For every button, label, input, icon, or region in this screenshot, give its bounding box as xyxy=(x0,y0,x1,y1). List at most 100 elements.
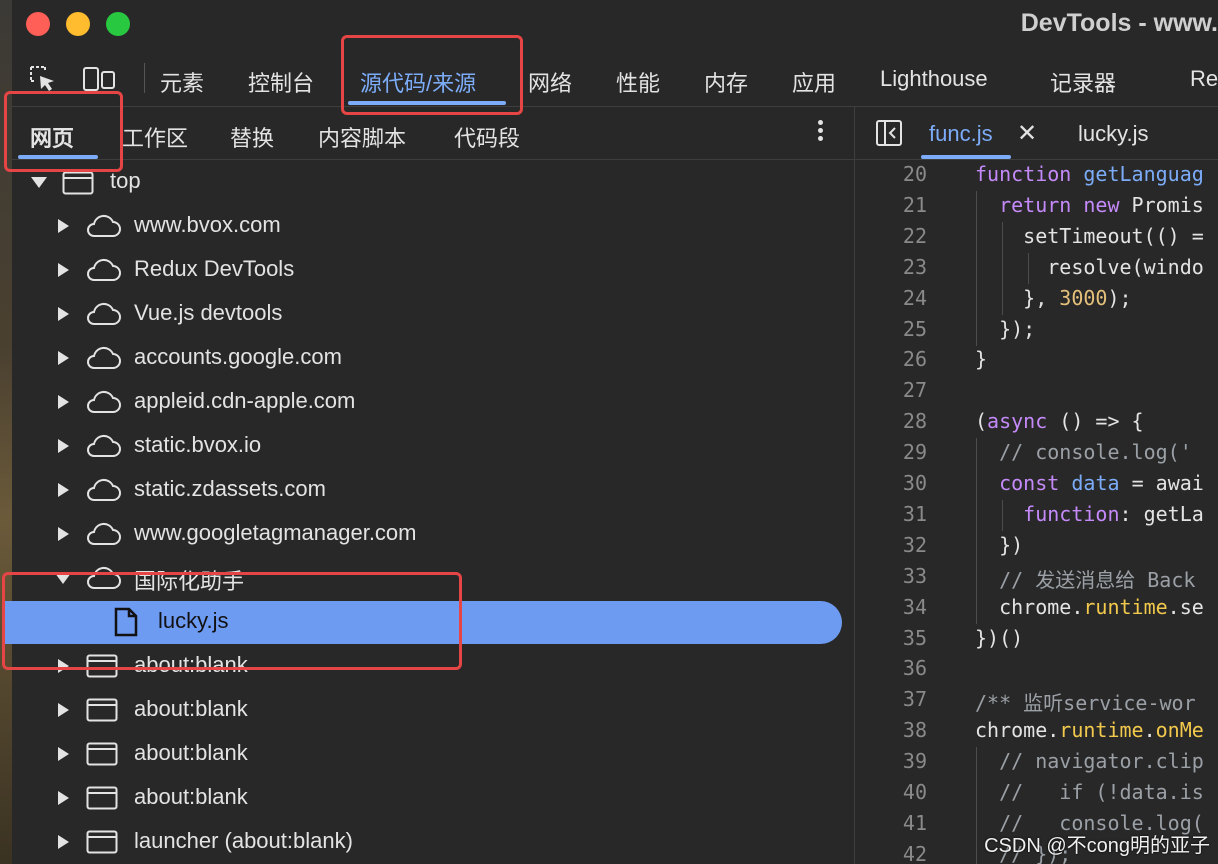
tab-network[interactable]: 网络 xyxy=(528,66,572,98)
window-title: DevTools - www. xyxy=(1020,9,1218,37)
tab-snippets[interactable]: 代码段 xyxy=(454,121,520,153)
more-options-icon[interactable] xyxy=(812,117,828,147)
line-number[interactable]: 28 xyxy=(855,409,927,433)
code-line[interactable]: 28 (async () => { xyxy=(855,407,1218,438)
line-number[interactable]: 25 xyxy=(855,317,927,341)
line-number[interactable]: 22 xyxy=(855,224,927,248)
tab-overflow[interactable]: Re xyxy=(1190,66,1218,92)
code-line[interactable]: 20 function getLanguag xyxy=(855,160,1218,191)
collapsed-arrow-icon[interactable] xyxy=(58,747,69,761)
cloud-icon xyxy=(84,432,122,465)
tab-overrides[interactable]: 替换 xyxy=(230,121,274,153)
line-number[interactable]: 32 xyxy=(855,533,927,557)
collapsed-arrow-icon[interactable] xyxy=(58,439,69,453)
tree-item[interactable]: about:blank xyxy=(12,688,854,732)
line-number[interactable]: 21 xyxy=(855,193,927,217)
line-number[interactable]: 41 xyxy=(855,811,927,835)
collapsed-arrow-icon[interactable] xyxy=(58,219,69,233)
code-line[interactable]: 40 // if (!data.is xyxy=(855,778,1218,809)
tree-item[interactable]: static.zdassets.com xyxy=(12,468,854,512)
line-number[interactable]: 26 xyxy=(855,347,927,371)
tab-content-scripts[interactable]: 内容脚本 xyxy=(318,121,406,153)
line-number[interactable]: 34 xyxy=(855,595,927,619)
active-editor-tab-indicator xyxy=(921,155,1011,159)
line-number[interactable]: 24 xyxy=(855,286,927,310)
editor-tab-lucky-js[interactable]: lucky.js xyxy=(1078,121,1149,147)
code-line[interactable]: 25 }); xyxy=(855,314,1218,346)
annotation-box xyxy=(4,91,123,172)
code-line[interactable]: 36 xyxy=(855,654,1218,685)
tab-memory[interactable]: 内存 xyxy=(704,66,748,98)
zoom-window-button[interactable] xyxy=(106,12,130,36)
collapsed-arrow-icon[interactable] xyxy=(58,835,69,849)
line-number[interactable]: 30 xyxy=(855,471,927,495)
line-number[interactable]: 20 xyxy=(855,162,927,186)
tab-lighthouse[interactable]: Lighthouse xyxy=(880,66,988,92)
code-text: resolve(windo xyxy=(975,254,1204,279)
tree-item[interactable]: appleid.cdn-apple.com xyxy=(12,380,854,424)
collapsed-arrow-icon[interactable] xyxy=(58,263,69,277)
tree-item[interactable]: Vue.js devtools xyxy=(12,292,854,336)
tree-item[interactable]: static.bvox.io xyxy=(12,424,854,468)
line-number[interactable]: 23 xyxy=(855,255,927,279)
line-number[interactable]: 35 xyxy=(855,626,927,650)
code-line[interactable]: 35})() xyxy=(855,624,1218,655)
code-line[interactable]: 34 chrome.runtime.se xyxy=(855,592,1218,624)
line-number[interactable]: 33 xyxy=(855,564,927,588)
close-icon[interactable]: ✕ xyxy=(1017,119,1037,148)
code-line[interactable]: 33 // 发送消息给 Back xyxy=(855,561,1218,593)
toggle-navigator-icon[interactable] xyxy=(875,119,903,152)
code-line[interactable]: 32 }) xyxy=(855,530,1218,562)
code-line[interactable]: 29 // console.log(' xyxy=(855,438,1218,470)
code-line[interactable]: 27 xyxy=(855,376,1218,407)
code-text: return new Promis xyxy=(999,192,1204,217)
collapsed-arrow-icon[interactable] xyxy=(58,527,69,541)
line-number[interactable]: 29 xyxy=(855,440,927,464)
collapsed-arrow-icon[interactable] xyxy=(58,395,69,409)
tree-item[interactable]: about:blank xyxy=(12,732,854,776)
code-line[interactable]: 31 function: getLa xyxy=(855,499,1218,531)
tab-console[interactable]: 控制台 xyxy=(248,66,314,98)
line-number[interactable]: 39 xyxy=(855,749,927,773)
code-line[interactable]: 37 /** 监听service-wor xyxy=(855,685,1218,716)
code-line[interactable]: 30 const data = awai xyxy=(855,469,1218,500)
tab-performance[interactable]: 性能 xyxy=(616,66,660,98)
tree-item[interactable]: www.googletagmanager.com xyxy=(12,512,854,556)
expanded-arrow-icon[interactable] xyxy=(31,177,47,188)
code-line[interactable]: 24 }, 3000); xyxy=(855,283,1218,315)
tree-item[interactable]: Redux DevTools xyxy=(12,248,854,292)
code-line[interactable]: 38 chrome.runtime.onMe xyxy=(855,716,1218,747)
minimize-window-button[interactable] xyxy=(66,12,90,36)
collapsed-arrow-icon[interactable] xyxy=(58,703,69,717)
tree-item-top[interactable]: top xyxy=(12,160,854,204)
collapsed-arrow-icon[interactable] xyxy=(58,351,69,365)
code-line[interactable]: 22 setTimeout(() = xyxy=(855,221,1218,253)
close-window-button[interactable] xyxy=(26,12,50,36)
collapsed-arrow-icon[interactable] xyxy=(58,791,69,805)
tree-item-label: Vue.js devtools xyxy=(134,300,283,325)
line-number[interactable]: 36 xyxy=(855,656,927,680)
line-number[interactable]: 37 xyxy=(855,687,927,711)
code-line[interactable]: 21 return new Promis xyxy=(855,190,1218,222)
line-number[interactable]: 40 xyxy=(855,780,927,804)
tree-item[interactable]: www.bvox.com xyxy=(12,204,854,248)
tree-item[interactable]: about:blank xyxy=(12,776,854,820)
line-number[interactable]: 31 xyxy=(855,502,927,526)
collapsed-arrow-icon[interactable] xyxy=(58,307,69,321)
tree-item[interactable]: launcher (about:blank) xyxy=(12,820,854,864)
code-line[interactable]: 39 // navigator.clip xyxy=(855,747,1218,779)
line-number[interactable]: 42 xyxy=(855,842,927,864)
tab-workspace[interactable]: 工作区 xyxy=(122,121,188,153)
line-number[interactable]: 27 xyxy=(855,378,927,402)
collapsed-arrow-icon[interactable] xyxy=(58,483,69,497)
tab-recorder[interactable]: 记录器 xyxy=(1050,66,1116,98)
code-line[interactable]: 26} xyxy=(855,345,1218,376)
tree-item[interactable]: accounts.google.com xyxy=(12,336,854,380)
code-line[interactable]: 23 resolve(windo xyxy=(855,252,1218,284)
code-editor[interactable]: 20 function getLanguag 21 return new Promi… xyxy=(855,160,1218,864)
watermark: CSDN @不cong明的亚子 xyxy=(984,835,1210,857)
line-number[interactable]: 38 xyxy=(855,718,927,742)
tab-application[interactable]: 应用 xyxy=(792,66,836,98)
editor-tab-func-js[interactable]: func.js xyxy=(929,121,993,147)
tab-elements[interactable]: 元素 xyxy=(160,66,204,98)
